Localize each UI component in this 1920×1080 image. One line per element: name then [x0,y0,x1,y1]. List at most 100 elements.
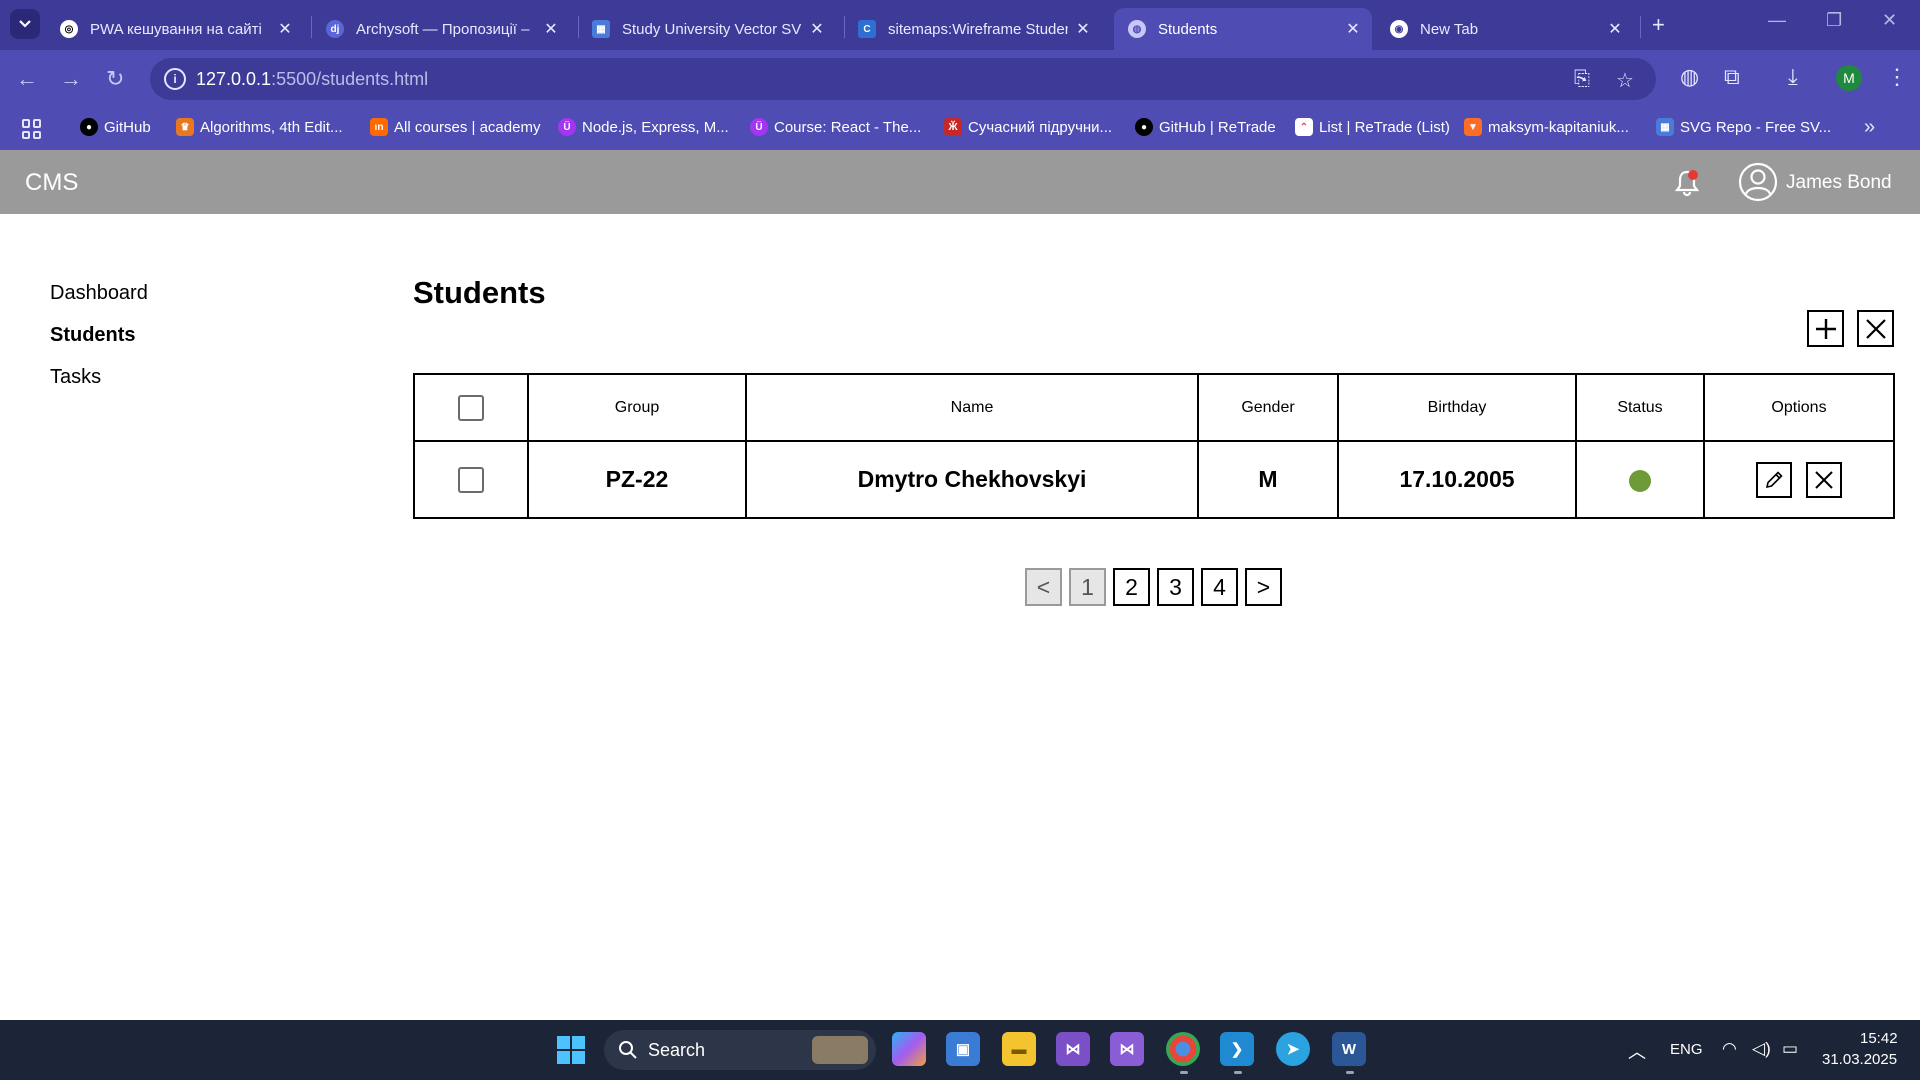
close-icon[interactable]: ✕ [542,19,560,39]
bookmark-textbook[interactable]: Ӂ Сучасний підручни... [944,118,1112,136]
wifi-icon[interactable]: ◠ [1722,1039,1737,1059]
bookmark-nodejs-course[interactable]: Ü Node.js, Express, M... [558,118,729,136]
restore-icon[interactable]: ❐ [1826,10,1842,31]
row-checkbox[interactable] [458,467,484,494]
notification-dot [1688,170,1698,180]
tab-title: sitemaps:Wireframe Studen [888,20,1068,38]
battery-icon[interactable]: ▭ [1782,1039,1798,1059]
extensions-puzzle-icon[interactable]: ⧉ [1724,64,1740,90]
back-arrow-icon[interactable]: ← [16,66,38,92]
photos-app-icon[interactable]: ▣ [946,1032,980,1066]
translate-globe-icon[interactable]: ◍ [1680,64,1699,90]
brand-logo[interactable]: CMS [25,169,78,197]
site-info-icon[interactable]: i [164,68,186,90]
cell-name: Dmytro Chekhovskyi [745,440,1199,519]
user-avatar-icon[interactable] [1738,162,1778,202]
address-bar[interactable]: i 127.0.0.1:5500/students.html ⎘ ☆ [150,58,1656,100]
user-name[interactable]: James Bond [1786,172,1892,194]
page-3-button[interactable]: 3 [1157,568,1194,606]
bookmark-label: Course: React - The... [774,118,922,136]
princeton-icon: ♛ [176,118,194,136]
close-icon[interactable]: ✕ [1074,19,1092,39]
delete-selected-button[interactable] [1857,310,1894,347]
clock-date[interactable]: 31.03.2025 [1822,1051,1897,1068]
bookmark-label: GitHub | ReTrade [1159,118,1276,136]
install-app-icon[interactable]: ⎘ [1574,68,1590,91]
tray-overflow-chevron-icon[interactable]: ︿ [1628,1038,1646,1064]
bookmark-github[interactable]: ● GitHub [80,118,151,136]
sidebar-item-dashboard[interactable]: Dashboard [50,280,148,322]
edit-student-button[interactable] [1755,461,1792,498]
page-1-button[interactable]: 1 [1069,568,1106,606]
bookmark-star-icon[interactable]: ☆ [1616,68,1634,93]
menu-kebab-icon[interactable]: ⋮ [1886,64,1908,90]
tab-search-button[interactable] [10,9,40,39]
page-prev-button[interactable]: < [1025,568,1062,606]
cell-options [1703,440,1895,519]
bookmark-label: maksym-kapitaniuk... [1488,118,1629,136]
browser-tab[interactable]: ▦ Study University Vector SV ✕ [578,8,836,50]
bookmark-github-retrade[interactable]: ● GitHub | ReTrade [1135,118,1276,136]
forward-arrow-icon[interactable]: → [60,66,82,92]
close-icon[interactable]: ✕ [1606,19,1624,39]
telegram-icon[interactable]: ➤ [1276,1032,1310,1066]
vscode-icon[interactable]: ❯ [1220,1032,1254,1066]
bookmark-algorithms[interactable]: ♛ Algorithms, 4th Edit... [176,118,343,136]
windows-taskbar: Search ▣ ▬ ⋈ ⋈ ❯ ➤ W ︿ ENG ◠ ◁) ▭ 15:42 … [0,1020,1920,1080]
taskbar-search[interactable]: Search [604,1030,876,1070]
close-icon[interactable]: ✕ [808,19,826,39]
bookmark-retrade-list[interactable]: ⌃ List | ReTrade (List) [1295,118,1450,136]
select-all-checkbox[interactable] [458,394,484,421]
pencil-icon [1765,470,1783,488]
column-header-status: Status [1575,373,1705,442]
chrome-taskbar-icon[interactable] [1166,1032,1200,1066]
copilot-icon[interactable] [892,1032,926,1066]
url-text[interactable]: 127.0.0.1:5500/students.html [196,69,428,90]
add-student-button[interactable] [1807,310,1844,347]
browser-tab[interactable]: ◎ PWA кешування на сайті ✕ [46,8,304,50]
bookmark-svgrepo[interactable]: ▦ SVG Repo - Free SV... [1656,118,1831,136]
profile-avatar[interactable]: M [1836,65,1862,91]
browser-tab-active[interactable]: ◍ Students ✕ [1114,8,1372,50]
bookmarks-overflow-icon[interactable]: » [1864,116,1875,139]
browser-tab[interactable]: ◉ New Tab ✕ [1376,8,1634,50]
delete-student-button[interactable] [1806,461,1843,498]
sidebar-item-tasks[interactable]: Tasks [50,364,148,406]
page-2-button[interactable]: 2 [1113,568,1150,606]
bookmark-label: All courses | academy [394,118,541,136]
downloads-icon[interactable]: ⤓ [1788,64,1798,90]
app-header: CMS James Bond [0,150,1920,214]
volume-icon[interactable]: ◁) [1752,1039,1771,1059]
reload-icon[interactable]: ↻ [106,66,124,92]
file-explorer-icon[interactable]: ▬ [1002,1032,1036,1066]
bookmark-gitlab[interactable]: ▼ maksym-kapitaniuk... [1464,118,1629,136]
sidebar-nav: Dashboard Students Tasks [50,280,148,406]
new-tab-plus-icon[interactable]: + [1652,12,1665,38]
select-all-cell [413,373,529,442]
minimize-icon[interactable]: — [1768,10,1786,31]
cell-birthday: 17.10.2005 [1337,440,1577,519]
page-4-button[interactable]: 4 [1201,568,1238,606]
visual-studio-icon[interactable]: ⋈ [1110,1032,1144,1066]
status-active-indicator [1629,469,1651,492]
browser-tab[interactable]: dj Archysoft — Пропозиції – ✕ [312,8,570,50]
close-icon[interactable]: ✕ [1344,19,1362,39]
close-icon[interactable]: ✕ [276,19,294,39]
windows-start-icon[interactable] [556,1035,586,1065]
input-language[interactable]: ENG [1670,1041,1703,1058]
apps-grid-icon[interactable] [22,119,42,139]
browser-tab[interactable]: C sitemaps:Wireframe Studen ✕ [844,8,1102,50]
word-icon[interactable]: W [1332,1032,1366,1066]
chevron-down-icon [19,20,31,28]
page-next-button[interactable]: > [1245,568,1282,606]
window-close-icon[interactable]: ✕ [1882,10,1897,31]
visual-studio-preview-icon[interactable]: ⋈ [1056,1032,1090,1066]
clock-time[interactable]: 15:42 [1860,1030,1898,1047]
bookmark-react-course[interactable]: Ü Course: React - The... [750,118,921,136]
page-title: Students [413,275,546,310]
close-icon [1815,470,1833,489]
taskbar-search-label: Search [648,1040,706,1060]
bookmark-academy[interactable]: ın All courses | academy [370,118,540,136]
sidebar-item-students[interactable]: Students [50,322,148,364]
students-table: Group Name Gender Birthday Status Option… [413,373,1895,519]
